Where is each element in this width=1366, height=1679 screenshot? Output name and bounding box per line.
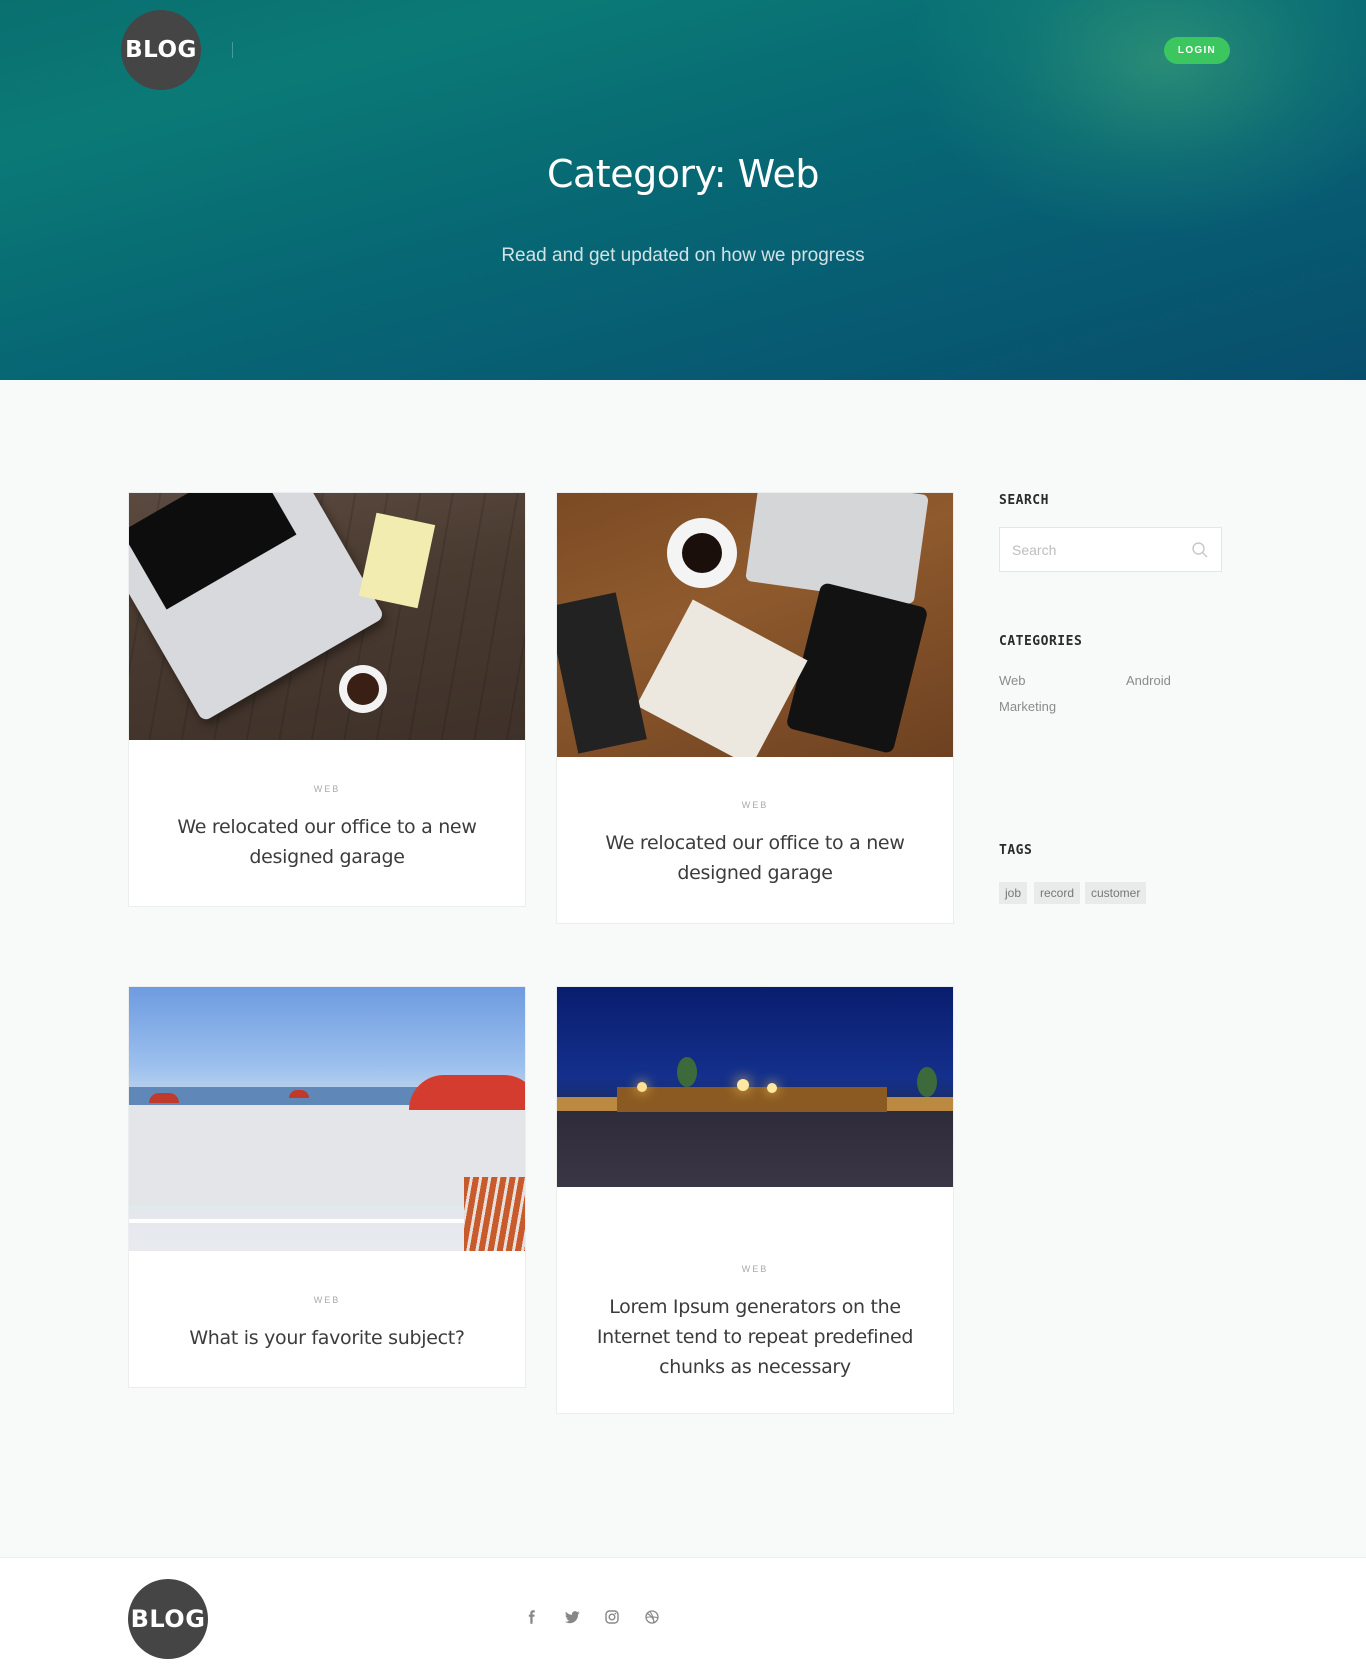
footer-logo[interactable]: BLOG	[128, 1579, 208, 1659]
dribbble-icon[interactable]	[642, 1607, 662, 1627]
tag-record[interactable]: record	[1034, 882, 1081, 904]
post-card[interactable]: WEB We relocated our office to a new des…	[128, 492, 526, 907]
post-category[interactable]: WEB	[129, 1295, 525, 1305]
post-title[interactable]: What is your favorite subject?	[129, 1323, 525, 1353]
post-card[interactable]: WEB Lorem Ipsum generators on the Intern…	[556, 986, 954, 1414]
twitter-icon[interactable]	[562, 1607, 582, 1627]
search-heading: SEARCH	[999, 493, 1049, 508]
page-title: Category: Web	[546, 152, 820, 196]
category-link-marketing[interactable]: Marketing	[999, 699, 1056, 714]
search-input[interactable]	[1000, 528, 1180, 571]
post-title[interactable]: Lorem Ipsum generators on the Internet t…	[557, 1292, 953, 1382]
page-subtitle: Read and get updated on how we progress	[501, 245, 865, 266]
tags-heading: TAGS	[999, 843, 1033, 858]
post-title[interactable]: We relocated our office to a new designe…	[557, 828, 953, 888]
post-card[interactable]: WEB We relocated our office to a new des…	[556, 492, 954, 924]
categories-heading: CATEGORIES	[999, 634, 1083, 649]
post-image-restaurant[interactable]	[557, 987, 953, 1187]
site-logo[interactable]: BLOG	[121, 10, 201, 90]
post-category[interactable]: WEB	[129, 784, 525, 794]
post-image-laptop[interactable]	[129, 493, 525, 740]
category-link-web[interactable]: Web	[999, 673, 1026, 688]
search-icon[interactable]	[1191, 541, 1209, 559]
search-box	[999, 527, 1222, 572]
post-card[interactable]: WEB What is your favorite subject?	[128, 986, 526, 1388]
post-category[interactable]: WEB	[557, 800, 953, 810]
login-button[interactable]: LOGIN	[1164, 37, 1230, 64]
post-category[interactable]: WEB	[557, 1264, 953, 1274]
facebook-icon[interactable]	[522, 1607, 542, 1627]
post-title[interactable]: We relocated our office to a new designe…	[129, 812, 525, 872]
tag-job[interactable]: job	[999, 882, 1028, 904]
nav-divider	[232, 42, 233, 58]
category-link-android[interactable]: Android	[1126, 673, 1171, 688]
instagram-icon[interactable]	[602, 1607, 622, 1627]
tag-customer[interactable]: customer	[1085, 882, 1147, 904]
post-image-beach[interactable]	[129, 987, 525, 1251]
post-image-desk[interactable]	[557, 493, 953, 757]
